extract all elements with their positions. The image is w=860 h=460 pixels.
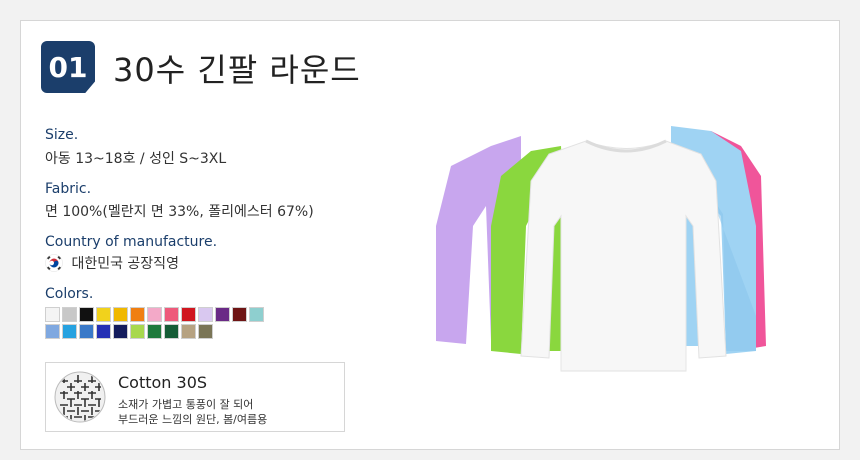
fabric-weave-icon (54, 371, 106, 423)
country-label: Country of manufacture. (45, 234, 218, 250)
tshirt-stack-image (436, 126, 766, 372)
material-description-line-2: 부드러운 느낌의 원단, 봄/여름용 (118, 413, 268, 426)
color-swatch (181, 324, 196, 339)
color-swatch (164, 307, 179, 322)
section-number-badge: 01 (41, 41, 95, 93)
color-swatch-row-1 (45, 307, 285, 322)
color-swatch (62, 324, 77, 339)
color-swatch (113, 324, 128, 339)
color-swatch (198, 307, 213, 322)
size-label: Size. (45, 127, 79, 143)
color-swatch (79, 307, 94, 322)
page-title: 30수 긴팔 라운드 (113, 51, 361, 89)
color-swatch (232, 307, 247, 322)
product-info-card: 01 30수 긴팔 라운드 Size. 아동 13~18호 / 성인 S~3XL… (20, 20, 840, 450)
color-swatch (181, 307, 196, 322)
material-description-line-1: 소재가 가볍고 통풍이 잘 되어 (118, 398, 254, 411)
color-swatch (96, 307, 111, 322)
color-swatch (198, 324, 213, 339)
color-swatch (45, 307, 60, 322)
size-value: 아동 13~18호 / 성인 S~3XL (45, 151, 227, 167)
colors-label: Colors. (45, 286, 94, 302)
korea-flag-icon (45, 254, 63, 272)
color-swatch (147, 307, 162, 322)
color-swatch (164, 324, 179, 339)
fabric-value: 면 100%(멜란지 면 33%, 폴리에스터 67%) (45, 204, 314, 220)
country-value-row: 대한민국 공장직영 (45, 253, 179, 273)
color-swatch (215, 307, 230, 322)
color-swatch (249, 307, 264, 322)
material-info-box: Cotton 30S 소재가 가볍고 통풍이 잘 되어 부드러운 느낌의 원단,… (45, 362, 345, 432)
material-title: Cotton 30S (118, 373, 208, 392)
country-value: 대한민국 공장직영 (71, 256, 179, 272)
color-swatch (79, 324, 94, 339)
material-description: 소재가 가볍고 통풍이 잘 되어 부드러운 느낌의 원단, 봄/여름용 (118, 397, 338, 427)
color-swatch (62, 307, 77, 322)
color-swatch (130, 324, 145, 339)
color-swatches (45, 307, 285, 341)
color-swatch (147, 324, 162, 339)
color-swatch-row-2 (45, 324, 285, 339)
color-swatch (130, 307, 145, 322)
fabric-label: Fabric. (45, 181, 92, 197)
color-swatch (45, 324, 60, 339)
color-swatch (96, 324, 111, 339)
color-swatch (113, 307, 128, 322)
